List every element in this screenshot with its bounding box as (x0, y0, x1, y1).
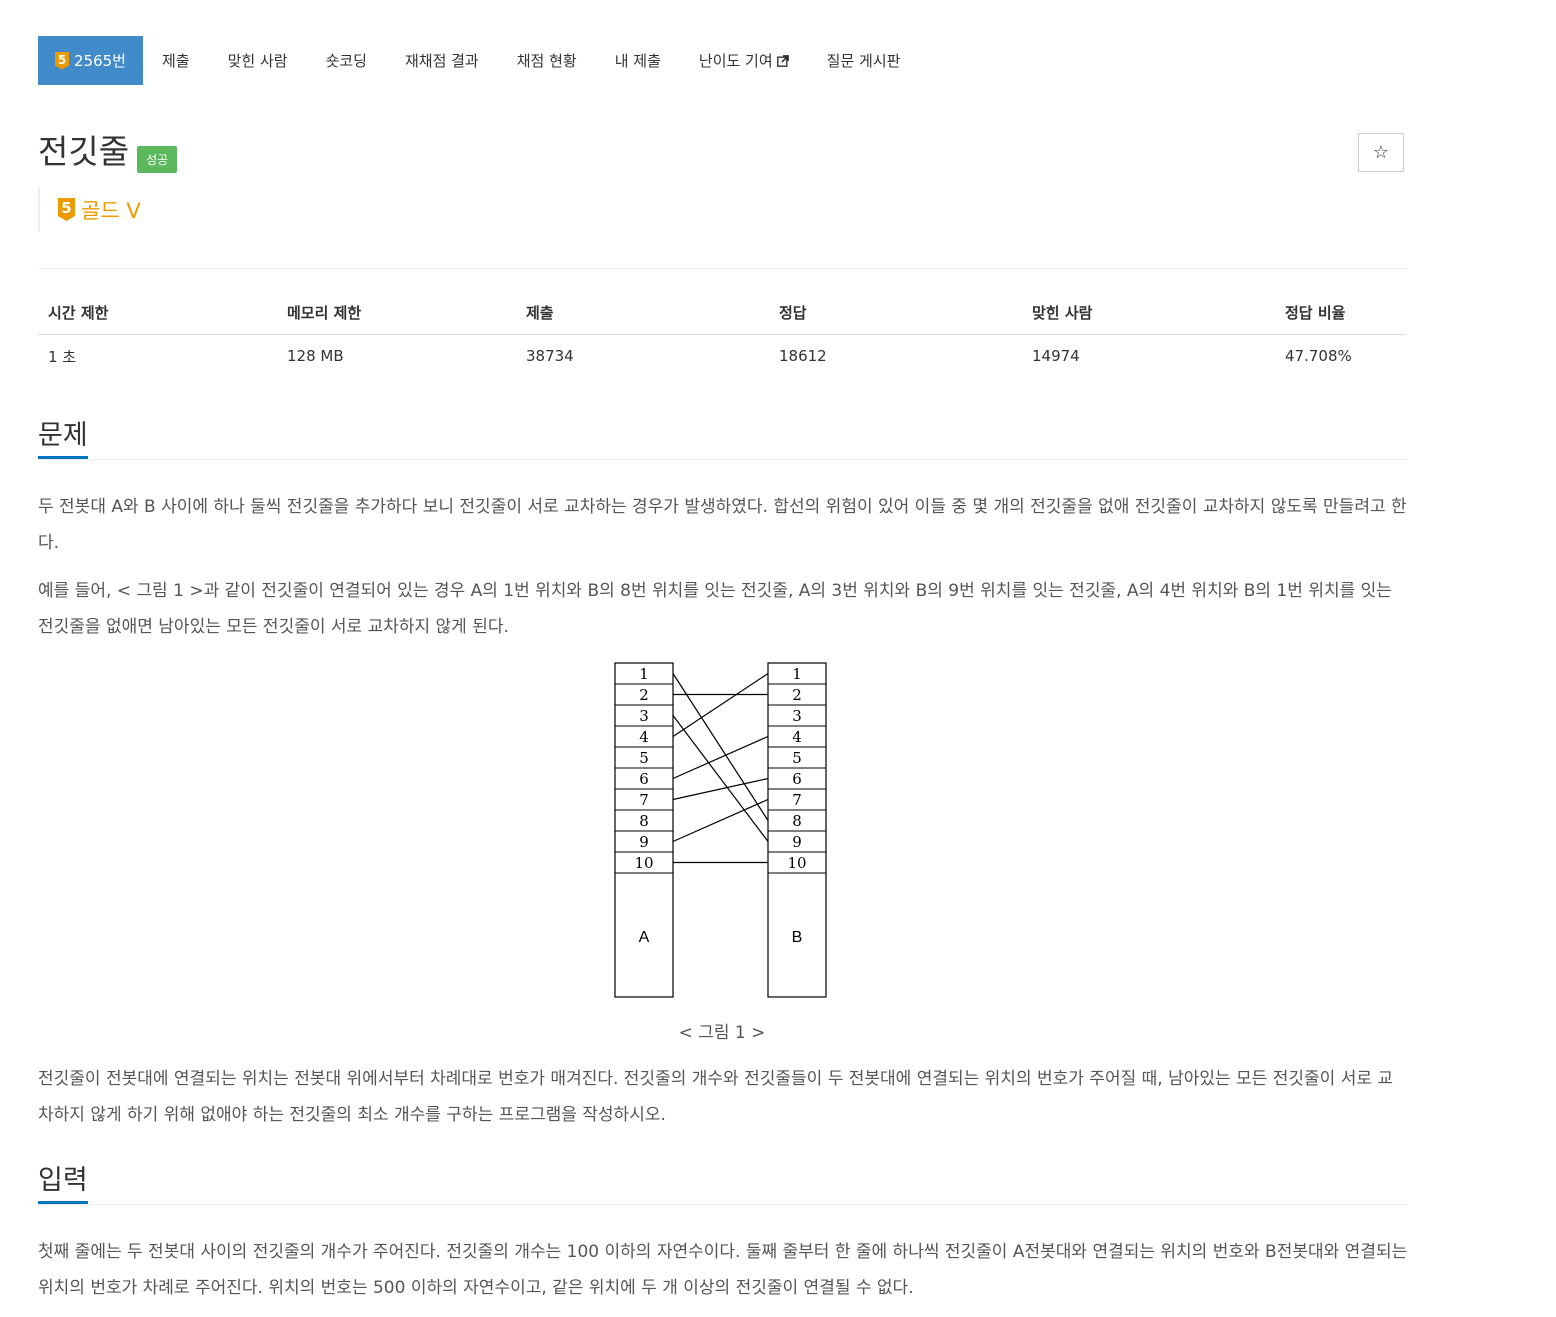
tab-judge-status[interactable]: 채점 현황 (498, 36, 596, 85)
tab-submit[interactable]: 제출 (143, 36, 209, 85)
wire (672, 673, 769, 821)
table-cell: 47.708% (1285, 347, 1352, 365)
status-badge: 성공 (137, 146, 178, 173)
column-header: 제출 (516, 291, 769, 335)
figure-1-diagram: 1 2 3 4 5 6 7 8 9 10 A 1 2 3 4 5 6 7 8 9 10 B (614, 662, 827, 998)
problem-info-table: 시간 제한 메모리 제한 제출 정답 맞힌 사람 정답 비율 1 초 128 M… (38, 291, 1406, 377)
table-cell: 18612 (779, 347, 827, 365)
pole-a-slot-label: 7 (639, 791, 649, 809)
pole-a-slot-label: 1 (639, 665, 649, 683)
wire (672, 798, 769, 843)
wire (672, 715, 769, 842)
pole-b-slot-label: 10 (787, 854, 806, 872)
column-header: 시간 제한 (38, 291, 277, 335)
figure-caption: < 그림 1 > (678, 1023, 766, 1043)
title-row: 전깃줄 성공 (38, 128, 178, 176)
star-button[interactable]: ☆ (1358, 133, 1404, 172)
pole-a-slot-label: 4 (639, 728, 649, 746)
pole-b-slot-label: 9 (792, 833, 802, 851)
pole-a-label: A (639, 929, 650, 946)
divider (38, 268, 1406, 269)
section-title: 입력 (38, 1164, 88, 1204)
tab-difficulty-contribution[interactable]: 난이도 기여 (680, 36, 808, 85)
pole-a-slot-label: 6 (639, 770, 649, 788)
pole-a-slot-label: 3 (639, 707, 649, 725)
pole-a-slot-label: 8 (639, 812, 649, 830)
pole-b-label: B (792, 929, 803, 946)
column-header: 정답 비율 (1275, 291, 1406, 335)
problem-number: 2565번 (74, 52, 126, 70)
wire (672, 672, 769, 738)
star-icon: ☆ (1372, 142, 1390, 163)
tier-name[interactable]: 골드 V (81, 195, 141, 225)
tab-my-submissions[interactable]: 내 제출 (596, 36, 680, 85)
tab-rejudge-results[interactable]: 재채점 결과 (386, 36, 498, 85)
page-title: 전깃줄 (38, 132, 130, 171)
table-row: 1 초 128 MB 38734 18612 14974 47.708% (38, 335, 1406, 378)
pole-a-slot-label: 10 (634, 854, 653, 872)
problem-page: 5 2565번 제출 맞힌 사람 숏코딩 재채점 결과 채점 현황 내 제출 난… (0, 0, 1556, 1317)
gold-tier-icon: 5 (58, 198, 75, 221)
problem-task: 전깃줄이 전봇대에 연결되는 위치는 전봇대 위에서부터 차례대로 번호가 매겨… (38, 1069, 1394, 1125)
problem-example: 예를 들어, < 그림 1 >과 같이 전깃줄이 연결되어 있는 경우 A의 1… (38, 581, 1392, 637)
table-header-row: 시간 제한 메모리 제한 제출 정답 맞힌 사람 정답 비율 (38, 291, 1406, 335)
table-cell: 38734 (526, 347, 574, 365)
table-cell: 14974 (1032, 347, 1080, 365)
problem-nav: 5 2565번 제출 맞힌 사람 숏코딩 재채점 결과 채점 현황 내 제출 난… (38, 36, 919, 85)
pole-b-slot-label: 5 (792, 749, 802, 767)
pole-b-slot-label: 4 (792, 728, 802, 746)
pole-b-slot-label: 3 (792, 707, 802, 725)
pole-b-slot-label: 2 (792, 686, 802, 704)
input-description: 첫째 줄에는 두 전봇대 사이의 전깃줄의 개수가 주어진다. 전깃줄의 개수는… (38, 1242, 1408, 1298)
pole-b-slot-label: 7 (792, 791, 802, 809)
column-header: 메모리 제한 (277, 291, 516, 335)
tab-solved-users[interactable]: 맞힌 사람 (209, 36, 307, 85)
tab-question-board[interactable]: 질문 게시판 (808, 36, 920, 85)
pole-b-slot-label: 1 (792, 665, 802, 683)
column-header: 맞힌 사람 (1022, 291, 1275, 335)
pole-a-slot-label: 5 (639, 749, 649, 767)
table-cell: 1 초 (48, 347, 77, 366)
tab-problem[interactable]: 5 2565번 (38, 36, 143, 85)
tab-difficulty-label: 난이도 기여 (698, 52, 773, 70)
input-section-header: 입력 (38, 1164, 1406, 1205)
wire (672, 777, 769, 801)
tab-short-coding[interactable]: 숏코딩 (307, 36, 386, 85)
external-link-icon (776, 54, 789, 67)
problem-description: 두 전봇대 A와 B 사이에 하나 둘씩 전깃줄을 추가하다 보니 전깃줄이 서… (38, 497, 1407, 553)
problem-section-header: 문제 (38, 419, 1406, 460)
section-title: 문제 (38, 419, 88, 459)
tier-info: 5 골드 V (38, 187, 141, 232)
column-header: 정답 (769, 291, 1022, 335)
pole-b-slot-label: 8 (792, 812, 802, 830)
pole-a-slot-label: 2 (639, 686, 649, 704)
table-cell: 128 MB (287, 347, 344, 365)
pole-a-slot-label: 9 (639, 833, 649, 851)
gold-tier-icon: 5 (55, 51, 69, 70)
pole-b-slot-label: 6 (792, 770, 802, 788)
wire (672, 735, 769, 780)
